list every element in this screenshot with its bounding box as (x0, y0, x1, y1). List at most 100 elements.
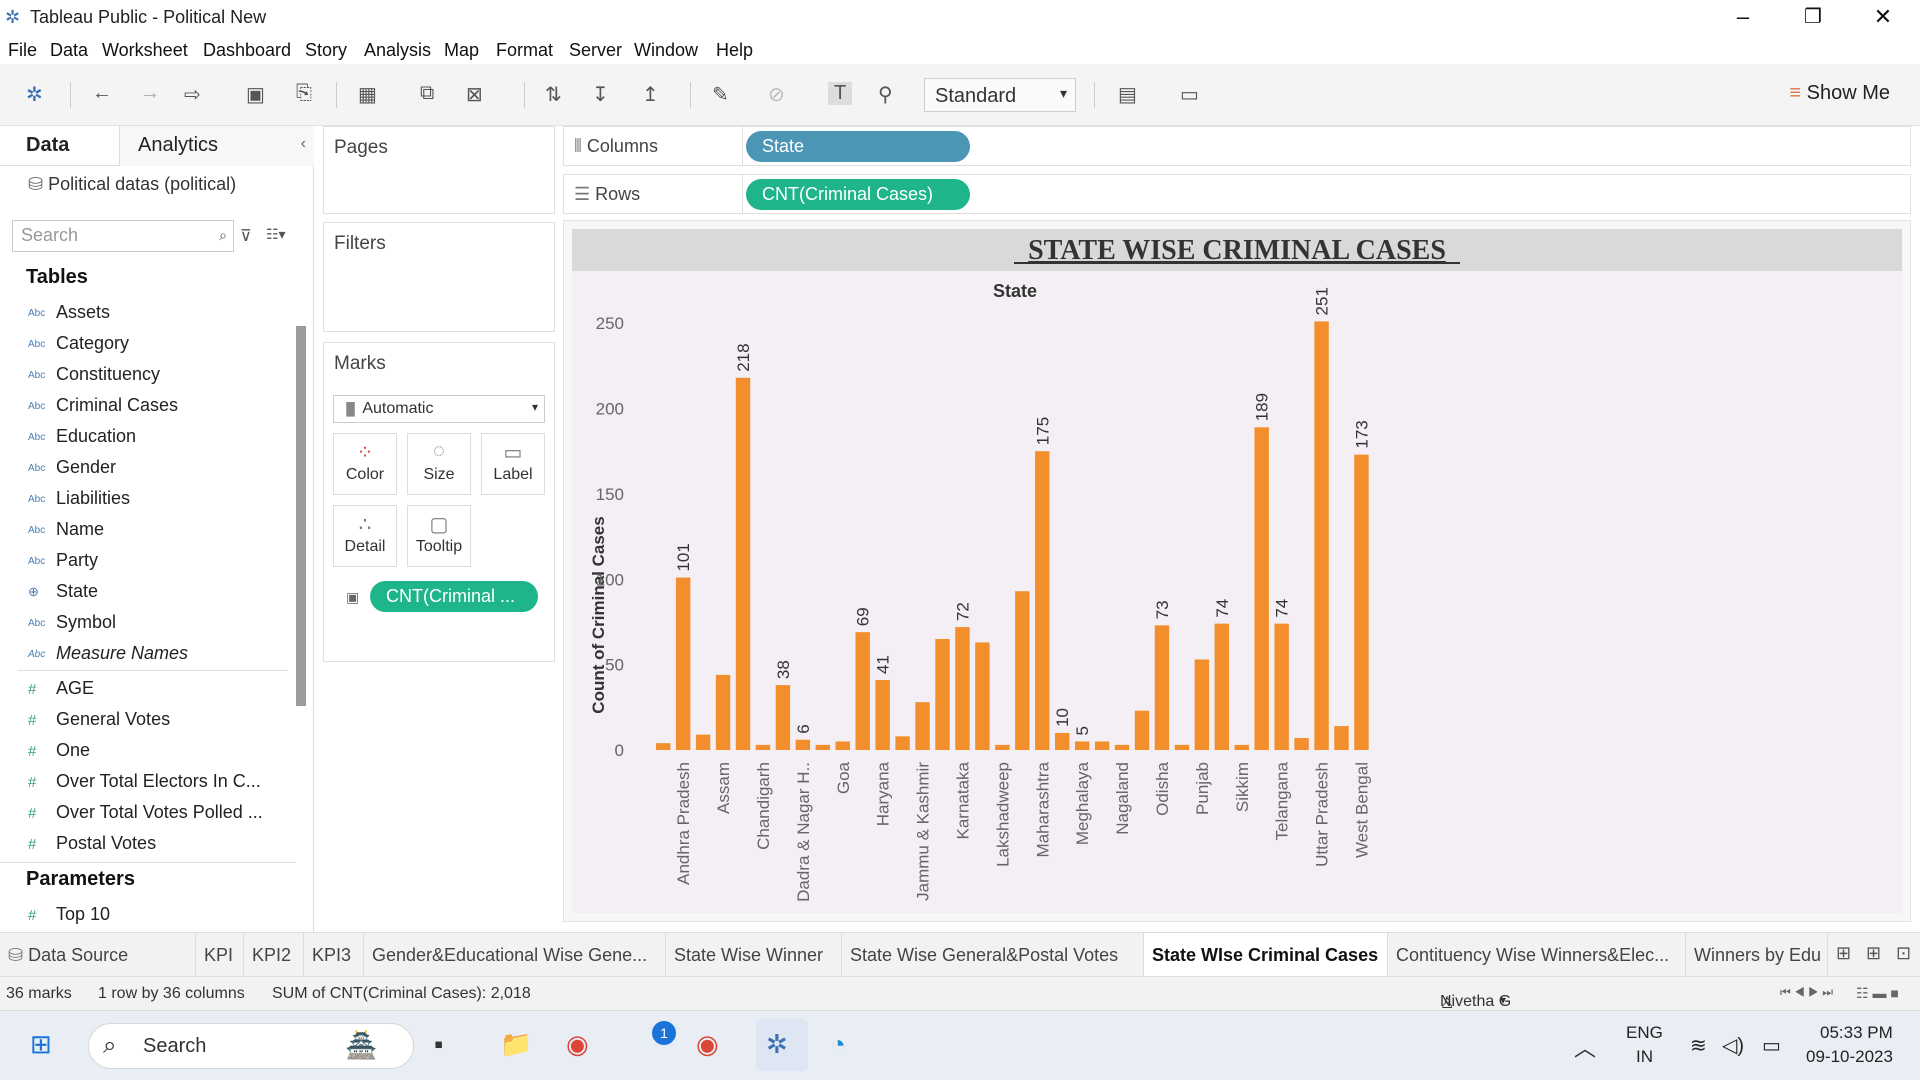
undo-icon[interactable]: ← (92, 82, 112, 105)
bar-chart[interactable]: STATE WISE CRIMINAL CASES State Count of… (564, 221, 1910, 921)
tooltip-button[interactable]: ▢ Tooltip (407, 505, 471, 567)
menu-dashboard[interactable]: Dashboard (203, 40, 291, 61)
bar[interactable] (735, 377, 751, 750)
bar[interactable] (715, 674, 731, 750)
new-datasource-icon[interactable]: ⎘ (296, 82, 312, 105)
tab-kpi[interactable]: KPI (196, 933, 244, 977)
field-assets[interactable]: Abc Assets (28, 302, 110, 323)
menu-window[interactable]: Window (634, 40, 698, 61)
tab-gender-educational[interactable]: Gender&Educational Wise Gene... (364, 933, 666, 977)
pin-icon[interactable]: ⚲ (878, 82, 893, 107)
new-sheet-icon[interactable]: ⊞ (1836, 943, 1851, 964)
tab-constituency-winners[interactable]: Contituency Wise Winners&Elec... (1388, 933, 1686, 977)
label-button[interactable]: ▭ Label (481, 433, 545, 495)
menu-map[interactable]: Map (444, 40, 479, 61)
region-label[interactable]: IN (1636, 1047, 1653, 1067)
group-icon[interactable]: ⊘ (768, 82, 785, 107)
clear-sheet-icon[interactable]: ⊠ (466, 82, 483, 107)
bar[interactable] (935, 639, 950, 750)
field-education[interactable]: Abc Education (28, 426, 136, 447)
menu-format[interactable]: Format (496, 40, 553, 61)
tableau-logo-icon[interactable]: ✲ (26, 82, 43, 107)
edge-icon[interactable]: ◔ (830, 1029, 846, 1060)
battery-icon[interactable]: ▭ (1762, 1033, 1781, 1058)
bar[interactable] (1114, 744, 1130, 750)
menu-worksheet[interactable]: Worksheet (102, 40, 188, 61)
scrollbar[interactable] (296, 326, 306, 706)
field-over-total-votes-polled[interactable]: # Over Total Votes Polled ... (28, 802, 263, 823)
clock-date[interactable]: 09-10-2023 (1806, 1047, 1893, 1067)
bar[interactable] (775, 685, 791, 750)
field-category[interactable]: Abc Category (28, 333, 129, 354)
bar[interactable] (1134, 710, 1150, 750)
tab-kpi2[interactable]: KPI2 (244, 933, 304, 977)
field-postal-votes[interactable]: # Postal Votes (28, 833, 156, 854)
field-name[interactable]: Abc Name (28, 519, 104, 540)
tab-general-postal-votes[interactable]: State Wise General&Postal Votes (842, 933, 1144, 977)
bar[interactable] (1254, 427, 1269, 750)
clock-time[interactable]: 05:33 PM (1820, 1023, 1893, 1043)
bar[interactable] (675, 577, 691, 750)
menu-data[interactable]: Data (50, 40, 88, 61)
new-story-icon[interactable]: ⊡ (1896, 943, 1911, 964)
bar[interactable] (755, 744, 771, 750)
tableau-taskbar-icon[interactable]: ✲ (766, 1029, 788, 1060)
bar[interactable] (895, 736, 910, 750)
close-icon[interactable]: ✕ (1860, 2, 1906, 32)
field-over-total-electors[interactable]: # Over Total Electors In C... (28, 771, 261, 792)
volume-icon[interactable]: ◁) (1722, 1033, 1744, 1058)
tab-winners-by-edu[interactable]: Winners by Edu (1686, 933, 1828, 977)
detail-button[interactable]: ∴ Detail (333, 505, 397, 567)
field-criminal-cases[interactable]: Abc Criminal Cases (28, 395, 178, 416)
bar[interactable] (795, 739, 811, 750)
view-options-icon[interactable]: ☷▾ (266, 226, 286, 243)
bar[interactable] (695, 734, 711, 750)
datasource-name[interactable]: ⛁ Political datas (political) (28, 174, 236, 195)
windows-start-icon[interactable]: ⊞ (30, 1029, 52, 1060)
highlight-icon[interactable]: ✎ (712, 82, 729, 107)
bar[interactable] (1055, 732, 1070, 750)
field-party[interactable]: Abc Party (28, 550, 98, 571)
bar[interactable] (975, 642, 990, 750)
bar[interactable] (1154, 625, 1170, 750)
redo-icon[interactable]: → (140, 82, 160, 105)
size-button[interactable]: ◌ Size (407, 433, 471, 495)
sheet-sorter-icon[interactable]: ☷ ▬ ■ (1856, 985, 1899, 1002)
tab-kpi3[interactable]: KPI3 (304, 933, 364, 977)
bar[interactable] (1314, 321, 1329, 750)
restore-icon[interactable]: ❐ (1790, 2, 1836, 32)
tab-state-wise-criminal-cases[interactable]: State WIse Criminal Cases (1144, 933, 1388, 977)
bar[interactable] (1015, 591, 1030, 750)
menu-help[interactable]: Help (716, 40, 753, 61)
show-me-button[interactable]: ≡ Show Me (1789, 82, 1890, 105)
show-labels-icon[interactable]: T (828, 82, 853, 105)
search-input[interactable]: Search ⌕ (12, 220, 234, 252)
field-constituency[interactable]: Abc Constituency (28, 364, 160, 385)
bar[interactable] (1334, 726, 1349, 750)
field-gender[interactable]: Abc Gender (28, 457, 116, 478)
bar[interactable] (1074, 741, 1090, 750)
bar[interactable] (1214, 623, 1229, 750)
field-state[interactable]: ⊕ State (28, 581, 98, 602)
bar[interactable] (656, 743, 671, 750)
replay-icon[interactable]: ⇨ (184, 82, 201, 107)
minimize-icon[interactable]: – (1720, 2, 1766, 32)
presentation-icon[interactable]: ▭ (1180, 82, 1199, 107)
sort-asc-icon[interactable]: ↧ (592, 82, 609, 107)
bar[interactable] (1274, 623, 1289, 750)
field-liabilities[interactable]: Abc Liabilities (28, 488, 130, 509)
menu-analysis[interactable]: Analysis (364, 40, 431, 61)
rows-pill-criminal-cases[interactable]: CNT(Criminal Cases) (746, 179, 970, 210)
filters-card[interactable]: Filters (323, 222, 555, 332)
task-view-icon[interactable]: ▪ (434, 1029, 443, 1060)
parameter-top-10[interactable]: # Top 10 (28, 904, 110, 925)
new-worksheet-icon[interactable]: ▦ (358, 82, 377, 107)
menu-story[interactable]: Story (305, 40, 347, 61)
mark-type-dropdown[interactable]: ▐▌ Automatic ▾ (333, 395, 545, 423)
sheet-nav-icon[interactable]: ⏮ ◀ ▶ ⏭ (1780, 985, 1833, 1000)
menu-file[interactable]: File (8, 40, 37, 61)
columns-pill-state[interactable]: State (746, 131, 970, 162)
tab-data-source[interactable]: ⛁ Data Source (0, 933, 196, 977)
chrome-profile-icon[interactable]: ◉ (696, 1029, 719, 1060)
rows-shelf[interactable]: ☰ Rows CNT(Criminal Cases) (563, 174, 1911, 214)
